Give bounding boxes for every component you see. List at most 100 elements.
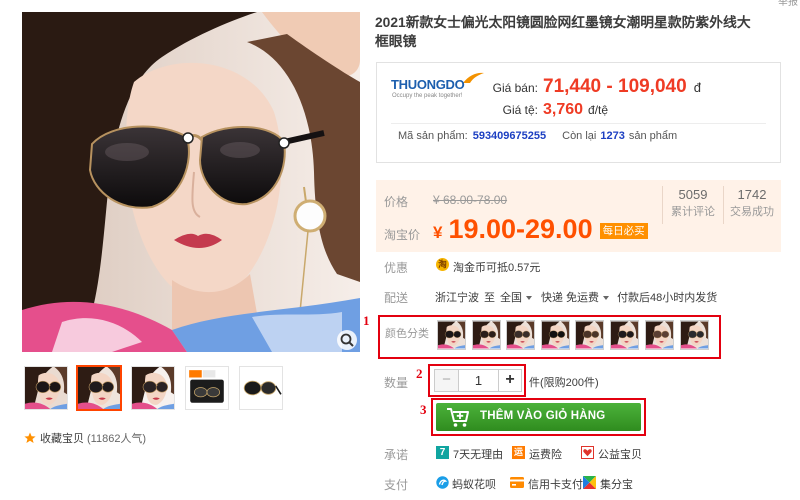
swatch-image bbox=[681, 321, 708, 349]
color-swatch-8[interactable] bbox=[680, 320, 709, 350]
exchange-rate-value: 3,760 bbox=[543, 101, 584, 118]
reviews-label: 累计评论 bbox=[671, 206, 715, 218]
thumbnail-1[interactable] bbox=[24, 366, 68, 410]
add-to-cart-label: THÊM VÀO GIỎ HÀNG bbox=[480, 410, 606, 422]
swatch-image bbox=[646, 321, 673, 349]
payment-label: 支付 bbox=[384, 478, 409, 492]
annotation-marker-3: 3 bbox=[420, 402, 427, 417]
product-title-line-2: 框眼镜 bbox=[375, 34, 417, 49]
exchange-rate-row: Giá tệ: 3,760 đ/tệ bbox=[492, 101, 608, 119]
product-info-row: Mã sản phẩm: 593409675255 Còn lại 1273 s… bbox=[398, 130, 677, 142]
promo-price-row: ¥ 19.00-29.00 每日必买 bbox=[433, 214, 648, 245]
quantity-input[interactable] bbox=[459, 369, 498, 392]
price-box-divider bbox=[391, 123, 766, 124]
color-swatch-6[interactable] bbox=[610, 320, 639, 350]
thuongdo-logo: THUONGDO Occupy the peak together! bbox=[391, 71, 487, 105]
color-swatch-3[interactable] bbox=[506, 320, 535, 350]
swatch-image bbox=[438, 321, 465, 349]
payment-item-jifenbao[interactable]: 集分宝 bbox=[600, 476, 633, 492]
thumbnail-image bbox=[25, 367, 67, 409]
original-price-label: 价格 bbox=[384, 195, 409, 209]
destination-select[interactable]: 全国 bbox=[500, 289, 532, 305]
product-title: 2021新款女士偏光太阳镜圆脸网红墨镜女潮明星款防紫外线大 框眼镜 bbox=[375, 13, 795, 51]
report-link[interactable]: 举报 bbox=[778, 0, 798, 8]
credit-card-icon bbox=[510, 477, 524, 488]
star-icon bbox=[24, 432, 36, 444]
logo-tagline: Occupy the peak together! bbox=[392, 93, 463, 99]
exchange-rate-unit: đ/tệ bbox=[588, 103, 609, 117]
annotation-marker-2: 2 bbox=[416, 366, 423, 381]
jifenbao-icon bbox=[583, 476, 596, 489]
color-swatch-4[interactable] bbox=[541, 320, 570, 350]
taojinbi-icon: 淘 bbox=[436, 258, 449, 271]
delivery-time: 付款后48小时内发货 bbox=[617, 292, 718, 304]
swatch-image bbox=[542, 321, 569, 349]
product-photo[interactable] bbox=[22, 12, 360, 352]
sell-price-unit: đ bbox=[693, 80, 701, 95]
chevron-down-icon bbox=[603, 296, 610, 301]
main-image-frame[interactable] bbox=[22, 12, 360, 352]
seven-day-return-icon: 7 bbox=[436, 446, 449, 459]
original-price-value: ¥ 68.00-78.00 bbox=[433, 193, 508, 207]
thumbnail-2-selected[interactable] bbox=[76, 365, 122, 411]
shipping-insurance-icon: 运 bbox=[512, 446, 525, 459]
color-label: 颜色分类 bbox=[385, 328, 429, 340]
swatch-image bbox=[473, 321, 500, 349]
promise-item-charity[interactable]: 公益宝贝 bbox=[598, 446, 642, 462]
payment-item-credit-card[interactable]: 信用卡支付 bbox=[528, 476, 583, 492]
quantity-label: 数量 bbox=[384, 376, 409, 390]
add-to-cart-button[interactable]: THÊM VÀO GIỎ HÀNG bbox=[436, 403, 641, 431]
reviews-value: 5059 bbox=[678, 187, 708, 202]
thumbnail-5[interactable] bbox=[239, 366, 283, 410]
thumbnail-3[interactable] bbox=[131, 366, 175, 410]
quantity-decrement-button[interactable]: − bbox=[434, 369, 459, 392]
destination-value: 全国 bbox=[500, 292, 522, 304]
promo-price-value: 19.00-29.00 bbox=[448, 214, 593, 244]
shipping-method-value: 快递 免运费 bbox=[541, 292, 600, 304]
zoom-icon[interactable] bbox=[336, 329, 358, 351]
promo-price-label: 淘宝价 bbox=[384, 228, 421, 242]
delivery-info: 浙江宁波 至 全国 快递 免运费 付款后48小时内发货 bbox=[435, 289, 717, 305]
promise-label: 承诺 bbox=[384, 448, 409, 462]
add-to-cart-icon bbox=[446, 406, 470, 428]
charity-icon bbox=[581, 446, 594, 459]
stock-value: 1273 bbox=[600, 130, 625, 142]
thumbnail-image bbox=[240, 367, 282, 409]
product-title-line-1: 2021新款女士偏光太阳镜圆脸网红墨镜女潮明星款防紫外线大 bbox=[375, 15, 751, 30]
daily-deal-badge: 每日必买 bbox=[599, 223, 648, 239]
delivery-origin: 浙江宁波 bbox=[435, 292, 479, 304]
promo-label: 优惠 bbox=[384, 261, 409, 275]
color-swatch-2[interactable] bbox=[472, 320, 501, 350]
quantity-increment-button[interactable]: + bbox=[498, 369, 522, 392]
taobao-price-panel: 价格 ¥ 68.00-78.00 淘宝价 ¥ 19.00-29.00 每日必买 … bbox=[376, 180, 781, 252]
exchange-rate-label: Giá tệ: bbox=[502, 103, 538, 117]
logo-name: THUONGDO bbox=[391, 77, 465, 92]
color-swatch-5[interactable] bbox=[575, 320, 604, 350]
reviews-counter[interactable]: 5059 累计评论 bbox=[663, 186, 723, 220]
thumbnail-4[interactable] bbox=[185, 366, 229, 410]
stock-prefix: Còn lại bbox=[562, 130, 597, 142]
chevron-down-icon bbox=[526, 296, 532, 301]
color-swatch-1[interactable] bbox=[437, 320, 466, 350]
sell-price-label: Giá bán: bbox=[492, 81, 538, 95]
swatch-image bbox=[507, 321, 534, 349]
color-swatch-7[interactable] bbox=[645, 320, 674, 350]
promo-text: 淘金币可抵0.57元 bbox=[453, 262, 541, 274]
huabei-icon bbox=[436, 476, 449, 489]
thumbnail-image bbox=[78, 367, 120, 409]
promise-item-shipping-insurance[interactable]: 运费险 bbox=[529, 446, 562, 462]
thuongdo-price-box: THUONGDO Occupy the peak together! Giá b… bbox=[376, 62, 781, 163]
delivery-separator: 至 bbox=[484, 292, 495, 304]
delivery-label: 配送 bbox=[384, 291, 409, 305]
product-code-value: 593409675255 bbox=[472, 130, 547, 142]
shipping-method-select[interactable]: 快递 免运费 bbox=[541, 289, 610, 305]
payment-item-huabei[interactable]: 蚂蚁花呗 bbox=[452, 476, 496, 492]
quantity-limit-text: 件(限购200件) bbox=[529, 377, 599, 389]
favorite-label: 收藏宝贝 bbox=[40, 433, 84, 445]
thumbnail-image bbox=[186, 367, 228, 409]
logo-swoosh-icon bbox=[463, 72, 484, 83]
favorite-count: (11862人气) bbox=[87, 433, 147, 445]
sell-price-row: Giá bán: 71,440 - 109,040 đ bbox=[492, 76, 701, 98]
favorite-button[interactable]: 收藏宝贝 (11862人气) bbox=[24, 430, 146, 446]
promise-item-seven-day[interactable]: 7天无理由 bbox=[453, 446, 503, 462]
